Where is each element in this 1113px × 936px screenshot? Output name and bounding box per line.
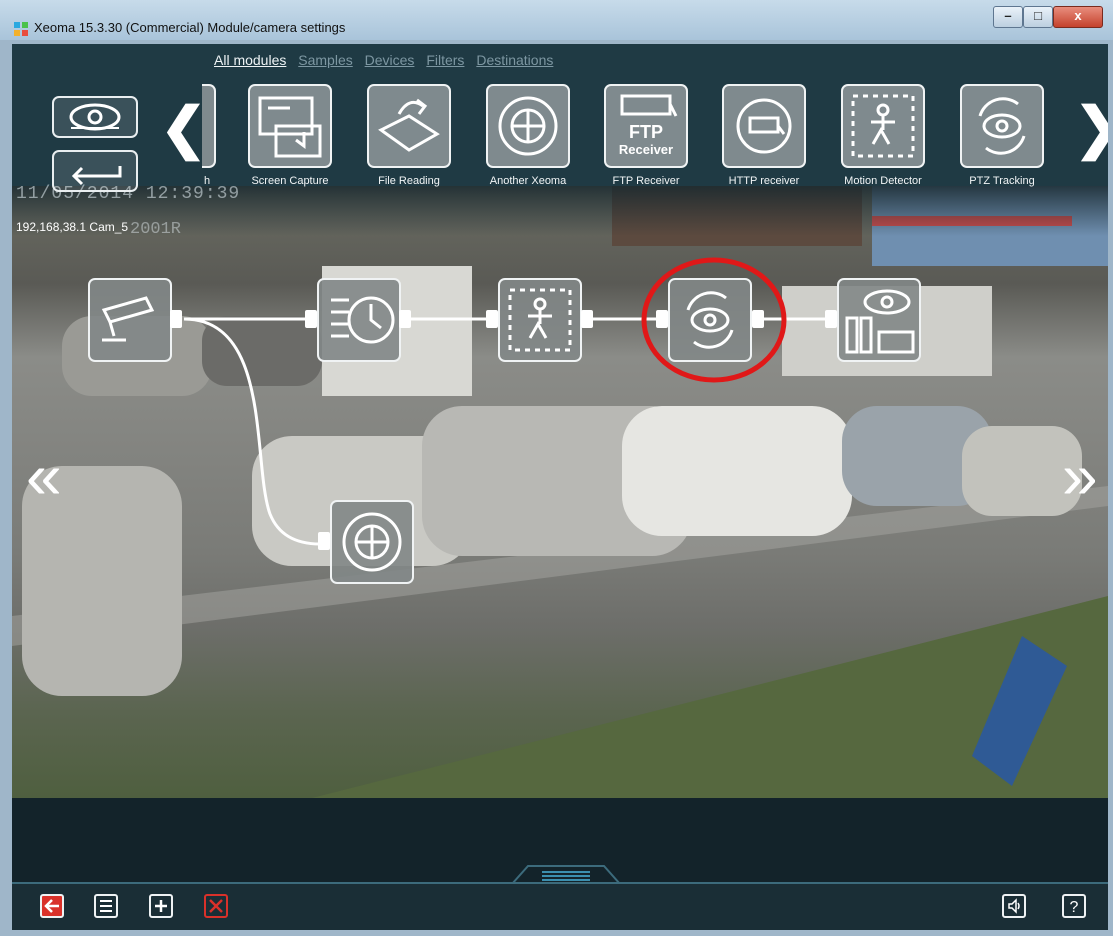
pipeline-port[interactable] [305, 310, 317, 328]
client-area: 11/05/2014 12:39:39 2001R 192,168,38.1 C… [12, 44, 1108, 930]
pipeline-node-motion-detector[interactable] [498, 278, 582, 362]
speaker-icon [1008, 898, 1020, 914]
app-window: Xeoma 15.3.30 (Commercial) Module/camera… [0, 0, 1113, 936]
close-button[interactable]: x [1053, 6, 1103, 28]
question-icon: ? [1070, 899, 1079, 916]
bottom-toolbar: ? [12, 882, 1108, 930]
help-button[interactable]: ? [1062, 894, 1086, 918]
delete-camera-button[interactable] [204, 894, 228, 918]
scheduler-icon [331, 296, 395, 344]
pipeline-node-camera[interactable] [88, 278, 172, 362]
list-icon [100, 900, 112, 912]
svg-text:?: ? [1070, 899, 1079, 916]
panel-drag-handle[interactable] [512, 864, 620, 884]
camera-next-arrow[interactable]: » [1062, 444, 1098, 508]
pipeline-node-scheduler[interactable] [317, 278, 401, 362]
pipeline-port[interactable] [486, 310, 498, 328]
close-icon [209, 899, 223, 913]
sound-button[interactable] [1002, 894, 1026, 918]
minimize-button[interactable]: – [993, 6, 1023, 28]
window-title: Xeoma 15.3.30 (Commercial) Module/camera… [34, 20, 346, 35]
preview-archive-icon [845, 289, 915, 354]
title-bar: Xeoma 15.3.30 (Commercial) Module/camera… [0, 0, 1113, 40]
another-xeoma-icon [342, 512, 402, 572]
pipeline-port[interactable] [170, 310, 182, 328]
highlight-circle [641, 257, 787, 383]
camera-prev-arrow[interactable]: « [26, 444, 62, 508]
camera-icon [101, 296, 155, 342]
pipeline-port[interactable] [581, 310, 593, 328]
add-camera-button[interactable] [149, 894, 173, 918]
menu-button[interactable] [94, 894, 118, 918]
maximize-button[interactable]: □ [1023, 6, 1053, 28]
pipeline-node-another-xeoma[interactable] [330, 500, 414, 584]
pipeline-port[interactable] [318, 532, 330, 550]
exit-button[interactable] [40, 894, 64, 918]
plus-icon [155, 900, 167, 912]
pipeline-port[interactable] [825, 310, 837, 328]
motion-detector-icon [508, 288, 572, 352]
pipeline-port[interactable] [399, 310, 411, 328]
pipeline-node-preview-archive[interactable] [837, 278, 921, 362]
arrow-left-icon [44, 899, 59, 913]
xeoma-logo-icon [14, 22, 28, 36]
